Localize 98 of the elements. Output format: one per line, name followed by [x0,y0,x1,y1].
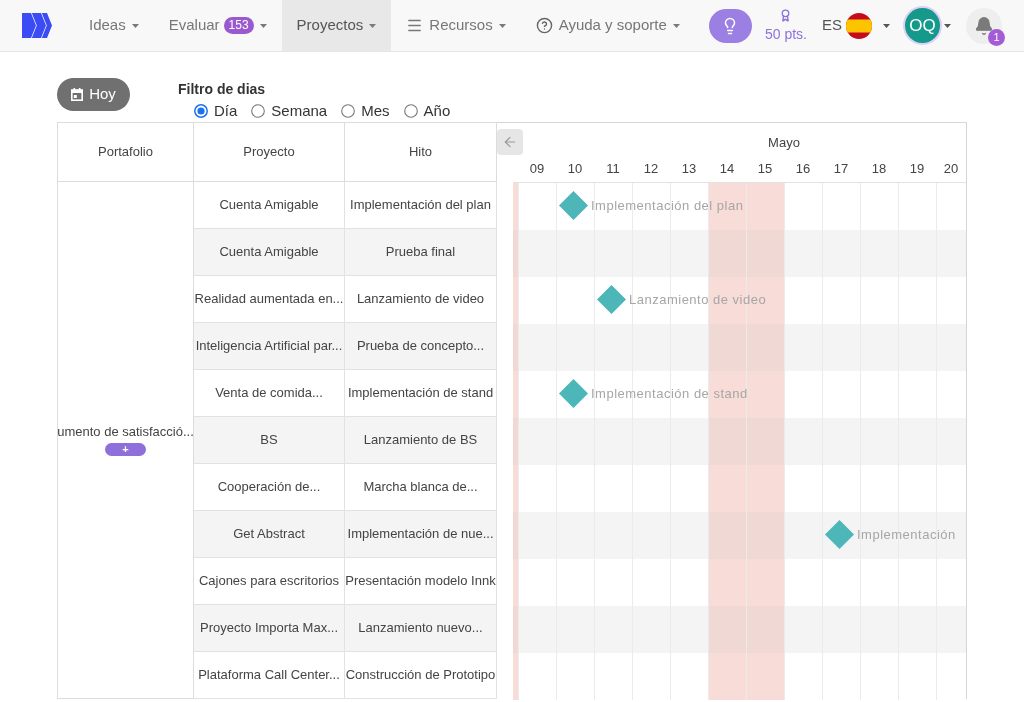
day-label: 18 [871,160,887,177]
ideas-button[interactable] [708,8,752,43]
timeline-cell [670,230,708,277]
milestone-label: Implementación [857,526,956,543]
timeline-cell [708,653,746,700]
flag-icon [846,12,872,39]
today-button[interactable]: Hoy [57,78,130,111]
milestone-label: Implementación del plan [591,197,744,214]
timeline-cell [746,230,784,277]
table-cell: Cajones para escritorios [194,558,345,605]
column-header: Proyecto [194,122,345,182]
radio-option[interactable]: Año [403,103,451,119]
caret-icon [131,23,139,28]
calendar-icon [71,88,84,101]
table-cell: Prueba de concepto... [345,323,497,370]
table-cell: Cuenta Amigable [194,182,345,229]
caret-icon [498,23,506,28]
day-label: 13 [681,160,697,177]
day-label: 09 [529,160,545,177]
table-cell: Plataforma Call Center... [194,652,345,699]
table-cell: Lanzamiento de BS [345,417,497,464]
timeline-cell [708,324,746,371]
timeline-cell [708,559,746,606]
nav-menu-item[interactable]: Proyectos [281,0,392,51]
timeline-cell [518,230,556,277]
day-label: 16 [795,160,811,177]
timeline-cell [746,418,784,465]
nav-menu-item[interactable]: Ayuda y soporte [520,0,695,51]
timeline-cell [518,324,556,371]
points-text: 50 pts. [764,26,807,42]
table-cell: Cuenta Amigable [194,229,345,276]
table-cell: Implementación de stand [345,370,497,417]
day-label: 10 [567,160,583,177]
user-avatar[interactable]: OQ [905,8,940,43]
timeline-cell [746,606,784,653]
caret-icon [369,23,377,28]
nav-menu-item[interactable]: Ideas [74,0,154,51]
day-label: 15 [757,160,773,177]
timeline-cell [670,324,708,371]
caret-icon [259,23,267,28]
column-header: Hito [345,122,497,182]
portfolio-name: umento de satisfacció... [58,424,193,440]
timeline-cell [708,418,746,465]
table-cell: Venta de comida... [194,370,345,417]
table-cell: Inteligencia Artificial par... [194,323,345,370]
timeline-cell [518,606,556,653]
table-cell: Implementación del plan [345,182,497,229]
caret-icon [944,23,951,28]
timeline-cell [784,324,822,371]
nav-menu-item[interactable]: Evaluar 153 [153,0,282,51]
column-header: Portafolio [57,122,194,182]
table-cell: Cooperación de... [194,464,345,511]
table-cell: Marcha blanca de... [345,464,497,511]
radio-option[interactable]: Semana [251,103,328,119]
table-cell: BS [194,417,345,464]
month-label: Mayo [768,135,800,151]
timeline-cell [708,606,746,653]
timeline-cell [784,606,822,653]
table-cell: Realidad aumentada en... [194,276,345,323]
milestone-label: Implementación de stand [591,385,748,402]
table-cell: Lanzamiento nuevo... [345,605,497,652]
filter-title: Filtro de dias [178,80,266,98]
timeline-cell [518,418,556,465]
timeline-cell [784,418,822,465]
nav-menu-item[interactable]: Recursos [391,0,521,51]
table-cell: Implementación de nue... [345,511,497,558]
timeline-cell [784,230,822,277]
day-label: 19 [909,160,925,177]
logo-icon[interactable] [22,13,52,38]
caret-icon [883,23,890,28]
timeline-cell [708,230,746,277]
notifications-button[interactable] [966,7,1002,44]
radio-option[interactable]: Mes [341,103,390,119]
table-cell: Presentación modelo Innk [345,558,497,605]
timeline-cell [746,324,784,371]
table-cell: Get Abstract [194,511,345,558]
help-icon [535,17,553,34]
caret-icon [672,23,680,28]
milestone-label: Lanzamiento de video [629,291,767,308]
menu-icon [406,17,424,34]
day-label: 12 [643,160,659,177]
timeline-cell [670,418,708,465]
day-label: 14 [719,160,735,177]
day-label: 11 [606,160,620,177]
timeline-cell [670,606,708,653]
timeline-cell [746,653,784,700]
language-selector[interactable]: ES [822,12,890,39]
day-label: 20 [943,160,959,177]
table-cell: Lanzamiento de video [345,276,497,323]
table-cell: Proyecto Importa Max... [194,605,345,652]
bell-icon [974,15,994,36]
count-badge: 153 [223,17,254,34]
add-button[interactable]: + [105,443,146,456]
radio-option[interactable]: Día [194,103,238,119]
day-label: 17 [833,160,849,177]
table-cell: Prueba final [345,229,497,276]
table-cell: Construcción de Prototipo [345,652,497,699]
timeline-cell [746,559,784,606]
